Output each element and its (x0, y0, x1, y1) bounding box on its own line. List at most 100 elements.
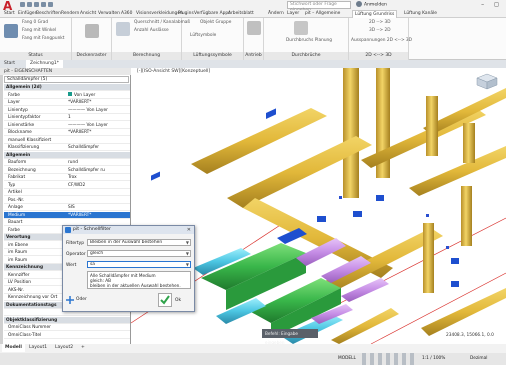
add-layout-tab[interactable]: + (78, 344, 88, 352)
tab-plugins[interactable]: Plugins (178, 10, 194, 18)
ausspannungen-button[interactable]: Ausspannungen 2D <--> 3D (351, 38, 412, 43)
status-toggles[interactable] (362, 353, 418, 365)
property-row[interactable]: Fabrikat Trox (4, 174, 130, 181)
tab-verwalten[interactable]: Verwalten (98, 10, 120, 18)
property-row[interactable]: OmniClass-Titel (4, 332, 130, 339)
tab-lueftung-kanaele[interactable]: Lüftung Kanäle (404, 10, 437, 18)
durchbruch-planung-button[interactable]: Durchbruchs Planung (286, 38, 332, 43)
property-row[interactable]: Linientyp ———— Von Layer (4, 107, 130, 114)
signin-label: Anmelden (364, 2, 387, 8)
search-input[interactable]: Stichwort oder Frage eingeben (287, 1, 351, 13)
3d-to-2d-button[interactable]: 3D --> 2D (369, 28, 391, 33)
properties-title[interactable]: pit - EIGENSCHAFTEN (0, 68, 131, 75)
tab-beschriften[interactable]: Beschriften (36, 10, 61, 18)
property-value[interactable]: Schalldämpfer (68, 144, 130, 150)
plot-icon[interactable] (48, 2, 53, 7)
ok-button[interactable] (158, 293, 172, 307)
tab-model[interactable]: Modell (2, 344, 25, 352)
durchbruch-icon[interactable] (294, 21, 308, 35)
status-icon[interactable] (4, 24, 18, 38)
property-value[interactable]: CF/WD2 (68, 182, 130, 188)
property-value[interactable]: *VARIIERT* (68, 212, 130, 218)
model-space-toggle[interactable]: MODELL (338, 353, 356, 365)
operator-select[interactable]: gleich ▼ (87, 250, 191, 257)
file-tab-drawing1[interactable]: Zeichnung1* (26, 60, 63, 68)
property-row[interactable]: Bezeichnung Schalldämpfer ru (4, 167, 130, 174)
property-value[interactable]: rund (68, 159, 130, 165)
deckenraster-icon[interactable] (85, 24, 99, 38)
save-icon[interactable] (20, 2, 25, 7)
property-row[interactable]: Klassifizierung Schalldämpfer (4, 144, 130, 151)
tab-arbeitsblatt[interactable]: Arbeitsblatt (228, 10, 254, 18)
units-selector[interactable]: Dezimal (470, 353, 487, 365)
palette-side-strip[interactable] (0, 75, 3, 344)
property-row[interactable]: Blockname *VARIIERT* (4, 129, 130, 136)
tab-layout1[interactable]: Layout1 (26, 344, 50, 352)
signin-button[interactable]: Anmelden (356, 1, 396, 9)
property-row[interactable]: Linientypfaktor 1 (4, 114, 130, 121)
property-row[interactable]: Anlage SIS (4, 204, 130, 211)
dialog-title[interactable]: pit - Schnellfilter (63, 226, 194, 234)
tab-visionsverkleidungen[interactable]: Visionsverkleidungen (136, 10, 183, 18)
viewport-label[interactable]: [-][ISO-Ansicht SW][Konzeptuell] (137, 69, 210, 74)
property-row[interactable]: Medium *VARIIERT* (4, 211, 130, 219)
property-value[interactable]: 1 (68, 114, 130, 120)
ok-label[interactable]: Ok (175, 298, 181, 303)
property-row[interactable]: Linienstärke ———— Von Layer (4, 122, 130, 129)
selection-dropdown[interactable]: Schalldämpfer (5) (4, 76, 129, 83)
tab-a360[interactable]: A360 (121, 10, 132, 18)
redo-icon[interactable] (34, 2, 39, 7)
print-icon[interactable] (41, 2, 46, 7)
property-value[interactable]: ———— Von Layer (68, 122, 130, 128)
close-icon[interactable]: ✕ (187, 226, 191, 234)
property-value[interactable]: ———— Von Layer (68, 107, 130, 113)
tab-start[interactable]: Start (4, 10, 15, 18)
tab-einfuegen[interactable]: Einfügen (18, 10, 37, 18)
property-row[interactable]: Artikel (4, 189, 130, 196)
tab-rendern[interactable]: Rendern (61, 10, 79, 18)
tab-verfuegbare-apps[interactable]: Verfügbare Apps (194, 10, 230, 18)
property-row[interactable]: Farbe Von Layer (4, 92, 130, 99)
add-condition-icon[interactable] (66, 296, 74, 304)
add-condition-label[interactable]: Oder (76, 297, 87, 302)
property-row[interactable]: Typ CF/WD2 (4, 182, 130, 189)
property-value[interactable]: *VARIIERT* (68, 99, 130, 105)
undo-icon[interactable] (27, 2, 32, 7)
property-key: Fabrikat (8, 175, 26, 180)
luftsymbole-button[interactable]: Lüftsymbole (190, 33, 216, 38)
tab-pit-allgemeine[interactable]: pit – Allgemeine (305, 10, 340, 18)
objekt-gruppe-button[interactable]: Objekt Gruppe (200, 20, 231, 25)
tab-layer[interactable]: Layer (287, 10, 299, 18)
annotation-scale[interactable]: 1:1 / 100% (422, 353, 445, 365)
tab-ansicht[interactable]: Ansicht (80, 10, 96, 18)
property-value[interactable]: Von Layer (68, 92, 130, 98)
property-row[interactable]: OmniClass Nummer (4, 324, 130, 331)
property-category[interactable]: Allgemein (4, 151, 130, 159)
property-category[interactable]: Objektklassifizierung (4, 316, 130, 324)
tab-layout2[interactable]: Layout2 (52, 344, 76, 352)
calculator-icon[interactable] (116, 22, 130, 36)
2d-to-3d-button[interactable]: 2D --> 3D (369, 20, 391, 25)
tab-aendern[interactable]: Ändern (268, 10, 284, 18)
anzahl-auslaesse-button[interactable]: Anzahl Auslässe (134, 28, 169, 33)
fang-mit-winkel-button[interactable]: Fang mit Winkel (22, 28, 56, 33)
fang-0-grad-button[interactable]: Fang 0 Grad (22, 20, 48, 25)
property-category[interactable]: Allgemein (2d) (4, 84, 130, 91)
property-row[interactable]: Layer *VARIIERT* (4, 99, 130, 106)
filtertyp-select[interactable]: Bleiben in der Auswahl bestehen ▼ (87, 239, 191, 246)
file-tab-start[interactable]: Start (0, 60, 19, 68)
command-line[interactable]: Befehl: Eingabe eingeben (262, 329, 318, 345)
property-value[interactable]: Schalldämpfer ru (68, 167, 130, 173)
property-row[interactable]: Pos.-Nr. (4, 197, 130, 204)
window-controls[interactable]: – ◻ ✕ (470, 0, 506, 18)
antrieb-icon[interactable] (247, 21, 261, 35)
fang-mit-fangpunkt-button[interactable]: Fang mit Fangpunkt (22, 36, 64, 41)
wert-select[interactable]: sa ▼ (87, 261, 191, 268)
property-value[interactable]: *VARIIERT* (68, 129, 130, 135)
property-row[interactable]: manuell Klassifiziert (4, 137, 130, 144)
property-row[interactable]: Bauform rund (4, 159, 130, 166)
property-value[interactable]: Trox (68, 174, 130, 180)
property-value[interactable]: SIS (68, 204, 130, 210)
tab-lueftung-grundriss[interactable]: Lüftung Grundriss (352, 10, 398, 18)
viewcube-icon[interactable] (474, 72, 500, 90)
